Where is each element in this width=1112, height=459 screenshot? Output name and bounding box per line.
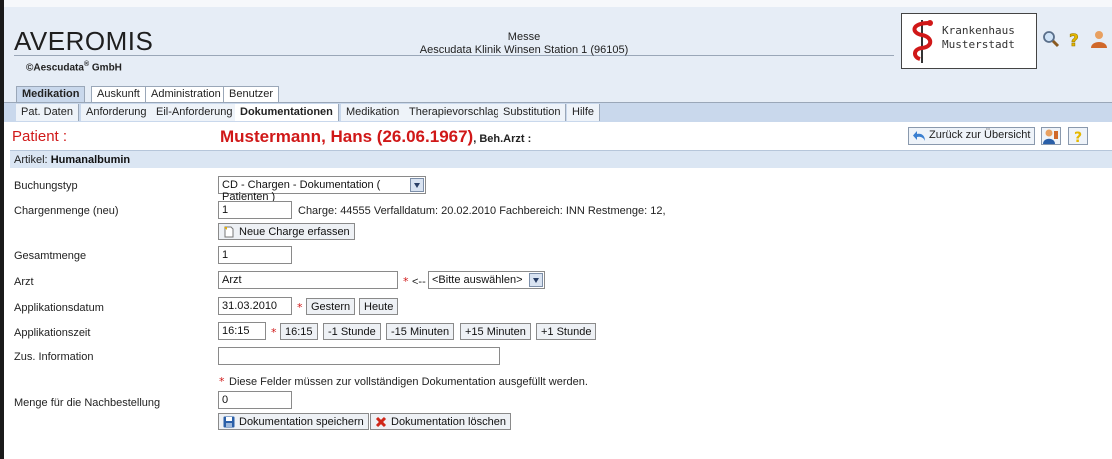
required-marker: *	[219, 375, 225, 388]
subtab-substitution[interactable]: Substitution	[498, 104, 567, 121]
arzt-arrow-hint: <--	[412, 276, 426, 288]
header-top-strip	[4, 0, 1112, 7]
main-tab-bar: Medikation Auskunft Administration Benut…	[4, 82, 1112, 103]
subtab-medikation[interactable]: Medikation	[341, 104, 406, 121]
chevron-down-icon	[529, 273, 543, 287]
station-name: Aescudata Klinik Winsen Station 1 (96105…	[419, 44, 629, 56]
applikationszeit-input[interactable]: 16:15	[218, 322, 266, 340]
plus-15-min-button[interactable]: +15 Minuten	[460, 323, 531, 340]
svg-text:?: ?	[1074, 130, 1082, 144]
save-documentation-button[interactable]: Dokumentation speichern	[218, 413, 369, 430]
plus-one-hour-button[interactable]: +1 Stunde	[536, 323, 597, 340]
required-marker: *	[271, 326, 277, 339]
delete-x-icon	[375, 416, 387, 428]
search-icon[interactable]	[1042, 30, 1060, 48]
required-marker: *	[297, 301, 303, 314]
neue-charge-button[interactable]: Neue Charge erfassen	[218, 223, 355, 240]
caduceus-logo-icon	[912, 20, 933, 63]
nachbestellung-input[interactable]: 0	[218, 391, 292, 409]
user-icon[interactable]	[1090, 30, 1108, 48]
charge-info: Charge: 44555 Verfalldatum: 20.02.2010 F…	[298, 205, 666, 217]
tab-benutzer[interactable]: Benutzer	[223, 86, 280, 102]
sub-tab-bar: Pat. Daten Anforderung Eil-Anforderung D…	[4, 102, 1112, 122]
help-small-icon: ?	[1074, 130, 1082, 146]
subtab-eil-anforderung[interactable]: Eil-Anforderung	[151, 104, 239, 121]
subtab-dokumentationen[interactable]: Dokumentationen	[235, 104, 339, 121]
user-edit-icon	[1043, 129, 1058, 144]
subtab-hilfe[interactable]: Hilfe	[567, 104, 601, 121]
applikationsdatum-input[interactable]: 31.03.2010	[218, 297, 292, 315]
help-icon[interactable]: ?	[1066, 30, 1084, 48]
heute-button[interactable]: Heute	[359, 298, 399, 315]
chevron-down-icon	[410, 178, 424, 192]
artikel-bar: Artikel: Humanalbumin	[10, 150, 1112, 168]
tab-auskunft[interactable]: Auskunft	[91, 86, 146, 102]
brand-logo-text: AVEROMIS	[14, 26, 154, 56]
buchungstyp-label: Buchungstyp	[14, 180, 78, 192]
zus-information-input[interactable]	[218, 347, 500, 365]
location-info: Messe Aescudata Klinik Winsen Station 1 …	[354, 31, 694, 57]
beh-arzt-label: , Beh.Arzt :	[473, 133, 532, 145]
app-header: AVEROMIS ©Aescudata® GmbH Messe Aescudat…	[4, 0, 1112, 82]
back-arrow-icon	[913, 131, 925, 141]
applikationszeit-label: Applikationszeit	[14, 327, 91, 339]
minus-one-hour-button[interactable]: -1 Stunde	[323, 323, 381, 340]
subtab-anforderung[interactable]: Anforderung	[81, 104, 153, 121]
patient-label: Patient :	[12, 128, 68, 145]
delete-documentation-button[interactable]: Dokumentation löschen	[370, 413, 511, 430]
arzt-label: Arzt	[14, 276, 34, 288]
patient-name: Mustermann, Hans (26.06.1967), Beh.Arzt …	[220, 127, 532, 146]
hospital-name: Krankenhaus Musterstadt	[942, 24, 1015, 51]
subtab-pat-daten[interactable]: Pat. Daten	[16, 104, 79, 121]
save-icon	[223, 416, 235, 428]
new-document-icon	[224, 226, 234, 238]
svg-text:?: ?	[1069, 31, 1079, 48]
zus-information-label: Zus. Information	[14, 351, 94, 363]
chargenmenge-input[interactable]: 1	[218, 201, 292, 219]
help-button[interactable]: ?	[1068, 127, 1088, 146]
required-fields-note: Diese Felder müssen zur vollständigen Do…	[229, 376, 588, 388]
location-name: Messe	[507, 31, 541, 43]
gestern-button[interactable]: Gestern	[306, 298, 356, 315]
time-now-button[interactable]: 16:15	[280, 323, 318, 340]
arzt-select[interactable]: <Bitte auswählen>	[428, 271, 545, 289]
minus-15-min-button[interactable]: -15 Minuten	[386, 323, 455, 340]
applikationsdatum-label: Applikationsdatum	[14, 302, 104, 314]
subtab-therapievorschlag[interactable]: Therapievorschlag	[404, 104, 506, 121]
hospital-logo-box: Krankenhaus Musterstadt	[901, 13, 1037, 69]
user-settings-button[interactable]	[1041, 127, 1061, 145]
tab-administration[interactable]: Administration	[145, 86, 227, 102]
tab-medikation[interactable]: Medikation	[16, 86, 86, 103]
buchungstyp-select[interactable]: CD - Chargen - Dokumentation ( Patienten…	[218, 176, 426, 203]
artikel-name: Humanalbumin	[50, 154, 131, 166]
chargenmenge-label: Chargenmenge (neu)	[14, 205, 119, 217]
back-to-overview-button[interactable]: Zurück zur Übersicht	[908, 127, 1036, 145]
copyright-notice: ©Aescudata® GmbH	[26, 61, 122, 74]
nachbestellung-label: Menge für die Nachbestellung	[14, 397, 161, 409]
required-marker: *	[403, 275, 409, 288]
gesamtmenge-label: Gesamtmenge	[14, 250, 87, 262]
gesamtmenge-input[interactable]: 1	[218, 246, 292, 264]
arzt-input[interactable]: Arzt	[218, 271, 398, 289]
